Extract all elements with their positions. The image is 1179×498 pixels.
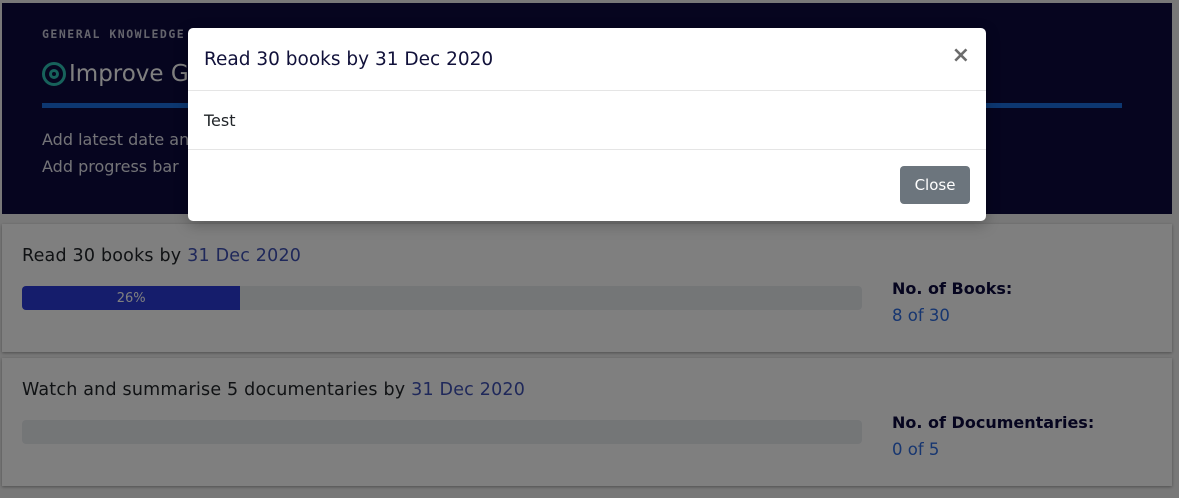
goal-detail-modal: Read 30 books by 31 Dec 2020 × Test Clos… [188,28,986,221]
close-icon[interactable]: × [952,45,970,67]
modal-footer: Close [188,150,986,220]
close-button[interactable]: Close [900,166,970,204]
modal-header: Read 30 books by 31 Dec 2020 × [188,28,986,91]
modal-title: Read 30 books by 31 Dec 2020 [204,48,494,70]
modal-body: Test [188,91,986,150]
